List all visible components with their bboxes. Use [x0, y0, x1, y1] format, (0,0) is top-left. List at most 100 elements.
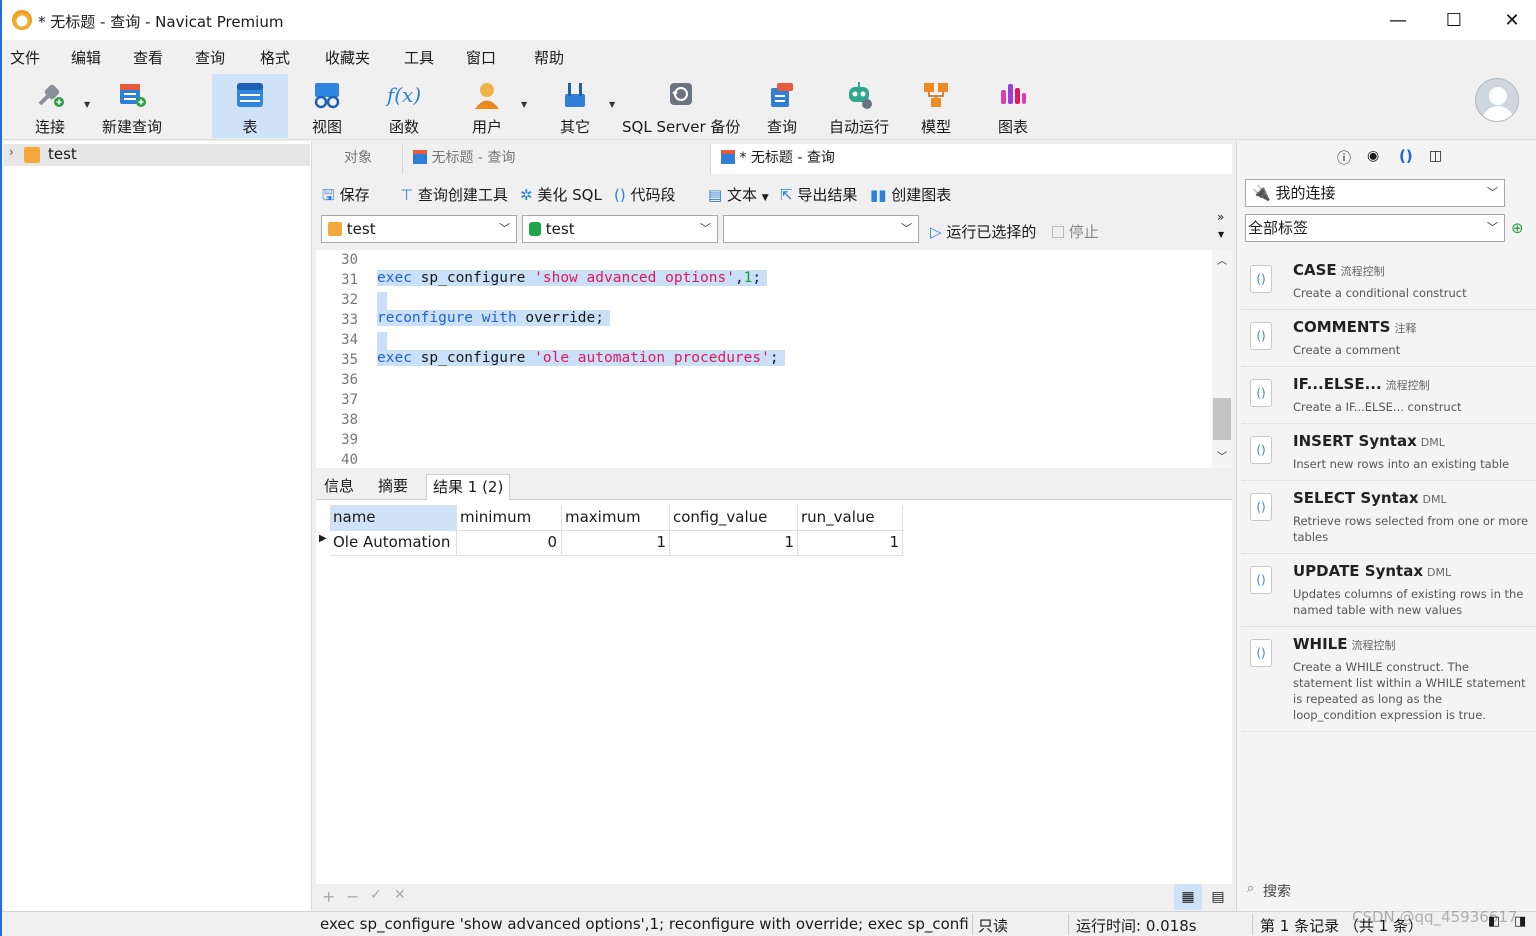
- tab-summary[interactable]: 摘要: [372, 474, 414, 500]
- sql-editor[interactable]: 30 31 32 33 34 35 36 37 38 39 40 exec sp…: [316, 250, 1232, 468]
- column-header[interactable]: name: [330, 505, 456, 530]
- discard-changes-button[interactable]: ✕: [394, 887, 406, 903]
- apply-changes-button[interactable]: ✓: [370, 887, 382, 903]
- table-cell[interactable]: 1: [561, 530, 669, 555]
- function-label: 函数: [388, 118, 419, 136]
- my-connections-select[interactable]: 🔌 我的连接 ﹀: [1245, 179, 1505, 207]
- save-button[interactable]: 🖫 保存: [322, 184, 370, 210]
- snippet-item[interactable]: () IF...ELSE... 流程控制 Create a IF...ELSE..…: [1241, 367, 1536, 424]
- user-button[interactable]: 用户: [458, 74, 516, 138]
- stop-button[interactable]: 停止: [1052, 221, 1099, 242]
- snippet-item[interactable]: () COMMENTS 注释 Create a comment: [1241, 310, 1536, 367]
- builder-icon: ⊤: [400, 186, 414, 204]
- tree-item-test[interactable]: › test: [4, 144, 310, 166]
- snippet-name: IF...ELSE...: [1293, 375, 1382, 393]
- column-header[interactable]: maximum: [561, 505, 669, 530]
- menu-file[interactable]: 文件: [10, 47, 40, 68]
- connection-select[interactable]: test ﹀: [321, 215, 517, 243]
- panel-toggle-icon-2[interactable]: ◨: [1514, 914, 1526, 929]
- auto-run-button[interactable]: 自动运行: [824, 74, 894, 138]
- database-select[interactable]: test ﹀: [522, 215, 718, 243]
- model-button[interactable]: 模型: [910, 74, 962, 138]
- beautify-sql-button[interactable]: ✲ 美化 SQL: [520, 184, 602, 205]
- snippet-braces-icon[interactable]: (): [1399, 147, 1413, 165]
- line-number: 31: [341, 272, 358, 288]
- scrollbar-thumb[interactable]: [1213, 398, 1231, 440]
- run-selected-button[interactable]: ▷ 运行已选择的: [930, 221, 1036, 242]
- table-cell[interactable]: Ole Automation P: [330, 530, 456, 555]
- toolbar-dropdown-icon[interactable]: ▼: [1218, 230, 1224, 239]
- form-view-button[interactable]: ▤: [1204, 884, 1232, 910]
- add-record-button[interactable]: +: [322, 887, 335, 906]
- other-button[interactable]: 其它: [546, 74, 604, 138]
- menu-edit[interactable]: 编辑: [71, 47, 101, 68]
- snippet-item[interactable]: () SELECT Syntax DML Retrieve rows select…: [1241, 481, 1536, 554]
- snippet-item[interactable]: () CASE 流程控制 Create a conditional constru…: [1241, 253, 1536, 310]
- column-header[interactable]: run_value: [797, 505, 903, 530]
- tab-objects[interactable]: 对象: [314, 144, 402, 174]
- text-button[interactable]: ▤ 文本 ▼: [708, 184, 769, 205]
- view-button[interactable]: 视图: [298, 74, 356, 138]
- menu-format[interactable]: 格式: [260, 47, 290, 68]
- menu-view[interactable]: 查看: [133, 47, 163, 68]
- user-avatar[interactable]: [1475, 78, 1519, 122]
- tab-untitled-query-active[interactable]: * 无标题 - 查询: [710, 144, 1016, 174]
- database-select-value: test: [545, 220, 575, 238]
- sqlserver-backup-button[interactable]: SQL Server 备份: [622, 74, 740, 138]
- table-cell[interactable]: 0: [456, 530, 560, 555]
- table-cell[interactable]: 1: [669, 530, 797, 555]
- tab-info[interactable]: 信息: [318, 474, 360, 500]
- query-builder-button[interactable]: ⊤ 查询创建工具: [400, 184, 508, 205]
- menu-tools[interactable]: 工具: [404, 47, 434, 68]
- tab-result-1[interactable]: 结果 1 (2): [426, 474, 511, 500]
- user-icon: [475, 83, 499, 109]
- scroll-up-icon[interactable]: ︿: [1217, 252, 1227, 267]
- menu-window[interactable]: 窗口: [466, 47, 496, 68]
- new-query-button[interactable]: 新建查询: [98, 74, 166, 138]
- snippet-item[interactable]: () WHILE 流程控制 Create a WHILE construct. T…: [1241, 627, 1536, 732]
- chart-button[interactable]: 图表: [986, 74, 1040, 138]
- delete-record-button[interactable]: −: [346, 887, 359, 906]
- table-button[interactable]: 表: [212, 74, 288, 138]
- connect-dropdown-icon[interactable]: ▼: [84, 100, 90, 109]
- snippet-item[interactable]: () INSERT Syntax DML Insert new rows into…: [1241, 424, 1536, 481]
- chevron-down-icon: ﹀: [901, 222, 912, 235]
- create-chart-button[interactable]: ▮▮ 创建图表: [870, 184, 951, 205]
- editor-scrollbar[interactable]: ︿ ﹀: [1212, 250, 1232, 468]
- query-icon: [771, 83, 793, 107]
- preview-icon[interactable]: ◉: [1367, 148, 1379, 164]
- tag-select[interactable]: 全部标签 ﹀: [1245, 214, 1505, 242]
- layout-icon[interactable]: ◫: [1429, 148, 1442, 164]
- export-result-button[interactable]: ⇱ 导出结果: [780, 184, 857, 205]
- snippet-description: Create a conditional construct: [1293, 286, 1467, 300]
- tab-untitled-query[interactable]: 无标题 - 查询: [402, 144, 708, 174]
- snippet-search[interactable]: ⌕ 搜索: [1237, 875, 1536, 905]
- menu-favorites[interactable]: 收藏夹: [325, 47, 370, 68]
- table-label: 表: [242, 118, 258, 136]
- info-icon[interactable]: ⓘ: [1337, 148, 1351, 168]
- menu-help[interactable]: 帮助: [534, 47, 564, 68]
- text-dropdown-icon[interactable]: ▼: [762, 193, 769, 203]
- maximize-button[interactable]: ☐: [1434, 6, 1474, 36]
- minimize-button[interactable]: —: [1378, 6, 1418, 36]
- grid-view-button[interactable]: ▦: [1174, 884, 1202, 910]
- other-dropdown-icon[interactable]: ▼: [609, 100, 615, 109]
- scroll-down-icon[interactable]: ﹀: [1217, 448, 1227, 463]
- chevron-right-icon[interactable]: ›: [9, 145, 14, 159]
- menu-query[interactable]: 查询: [195, 47, 225, 68]
- snippet-item[interactable]: () UPDATE Syntax DML Updates columns of e…: [1241, 554, 1536, 627]
- close-button[interactable]: ✕: [1492, 6, 1532, 36]
- query-button[interactable]: 查询: [754, 74, 810, 138]
- connect-button[interactable]: 连接: [20, 74, 80, 138]
- function-button[interactable]: f(x) 函数: [374, 74, 434, 138]
- add-snippet-icon[interactable]: ⊕: [1511, 219, 1524, 237]
- column-header[interactable]: config_value: [669, 505, 797, 530]
- column-header[interactable]: minimum: [456, 505, 560, 530]
- table-cell[interactable]: 1: [797, 530, 903, 555]
- search-placeholder: 搜索: [1263, 884, 1291, 900]
- code-snippet-button[interactable]: () 代码段: [614, 184, 676, 205]
- user-dropdown-icon[interactable]: ▼: [521, 100, 527, 109]
- panel-toggle-icon[interactable]: ◧: [1488, 914, 1500, 929]
- more-toolbar-icon[interactable]: »: [1217, 210, 1224, 224]
- schema-select[interactable]: ﹀: [723, 215, 919, 243]
